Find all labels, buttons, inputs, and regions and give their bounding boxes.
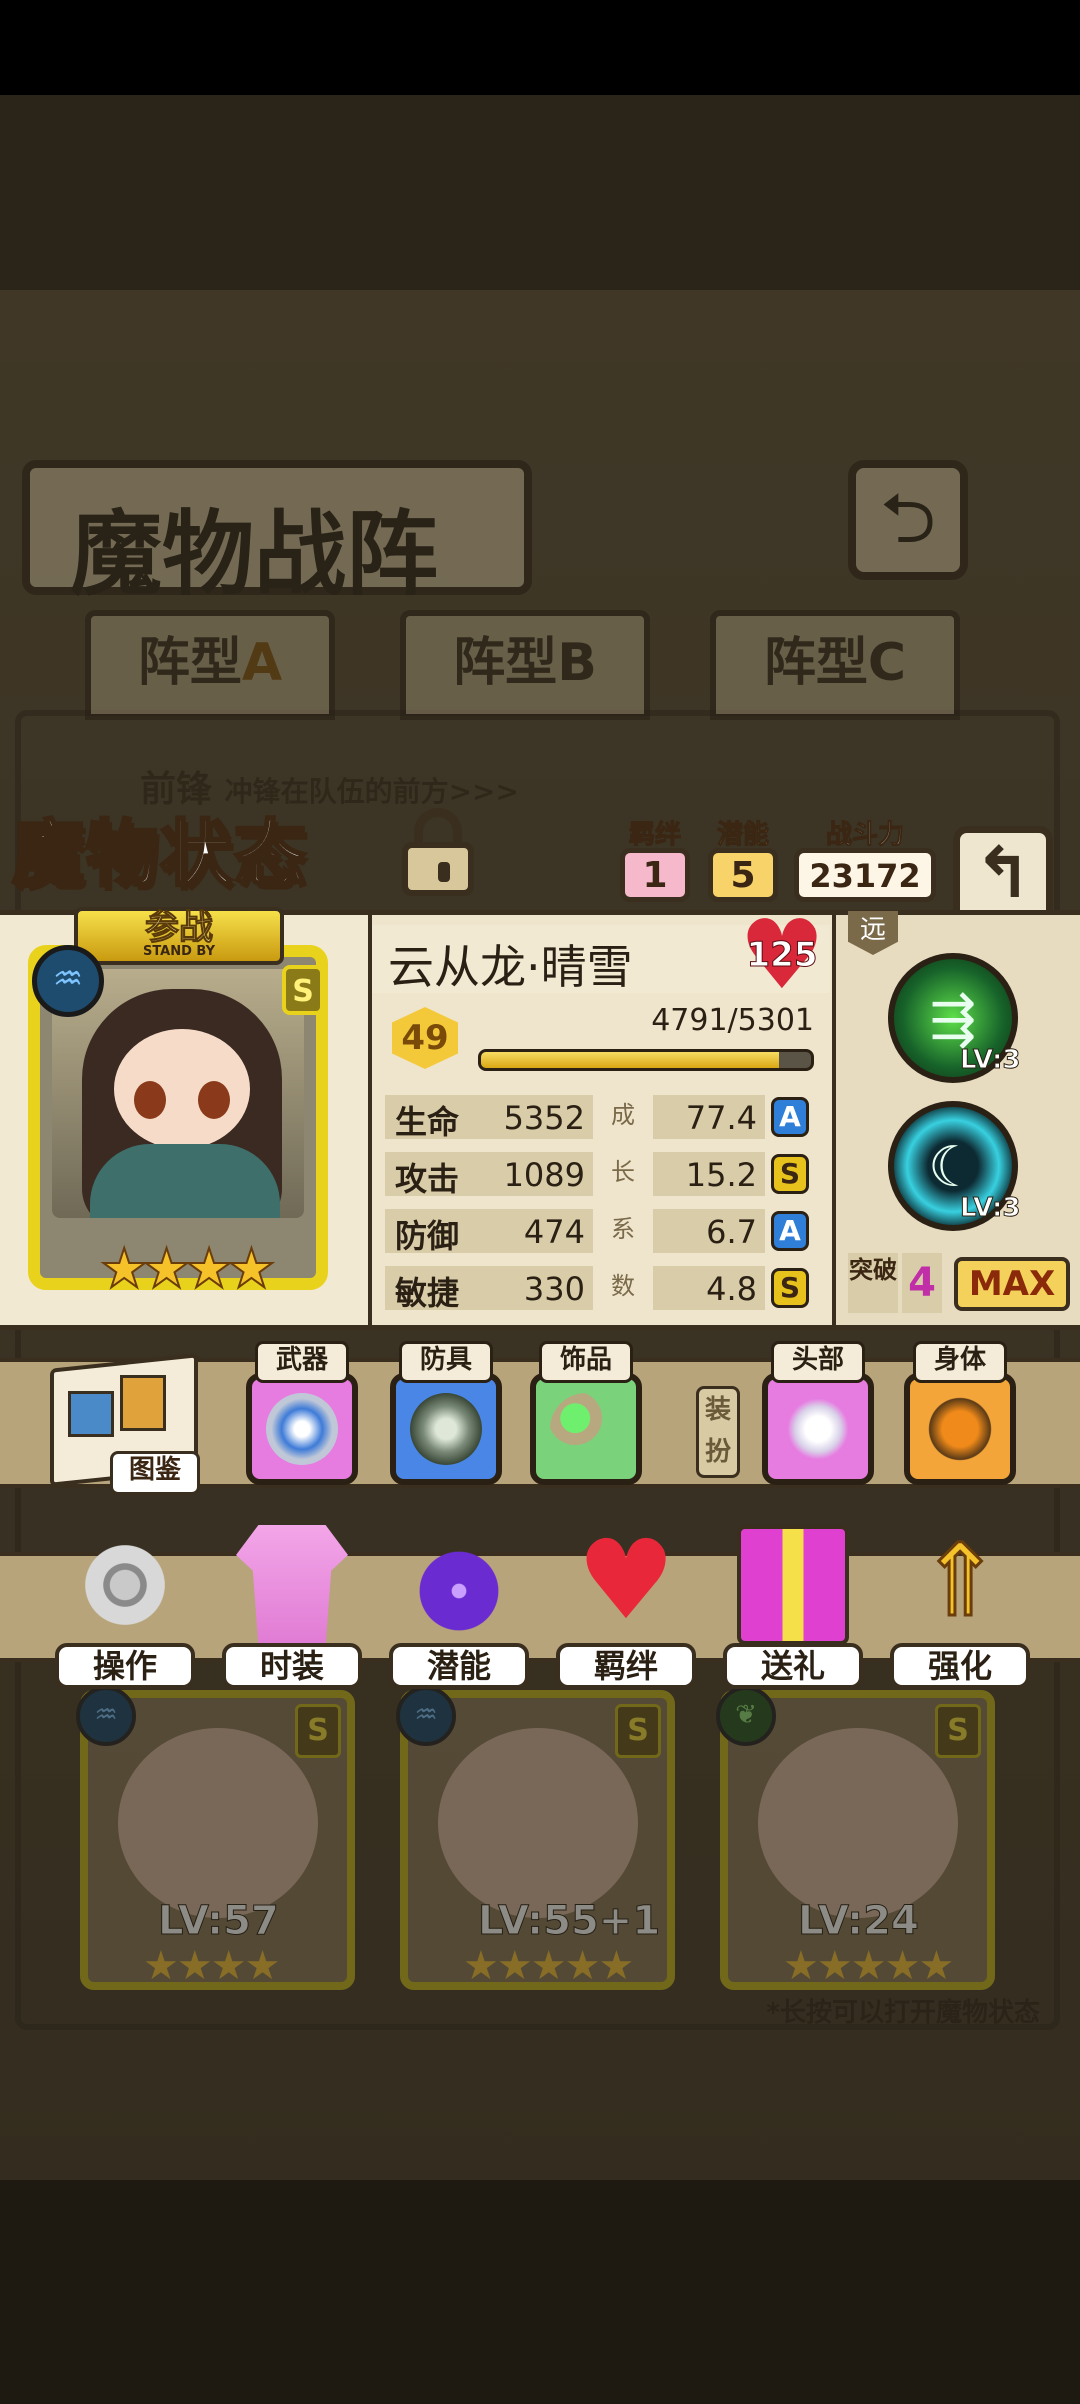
skill-level: LV:3 [959, 1193, 1021, 1224]
body-slot[interactable]: 身体 [904, 1341, 1016, 1485]
growth-value: 77.4 [685, 1099, 757, 1137]
body-label: 身体 [913, 1341, 1007, 1383]
power-value: 23172 [794, 848, 936, 902]
growth-grade: S [771, 1268, 809, 1308]
growth-value: 15.2 [685, 1156, 757, 1194]
encyclopedia-label: 图鉴 [110, 1451, 200, 1495]
status-title: 魔物状态 [10, 810, 309, 898]
game-screen: 魔物战阵 ⮌ 阵型A 阵型B 阵型C 前锋 冲锋在队伍的前方>>> ♒ S LV… [0, 0, 1080, 2404]
stat-row-agility: 敏捷 330 数 4.8 S [385, 1266, 820, 1314]
potential-button[interactable]: 潜能 [389, 1525, 529, 1690]
action-label: 强化 [890, 1643, 1030, 1689]
gift-icon [737, 1525, 849, 1645]
breakthrough-label: 突破 [848, 1253, 898, 1313]
growth-grade: S [771, 1154, 809, 1194]
enhance-button[interactable]: ⇑ 强化 [890, 1522, 1030, 1690]
standby-label: 参战 [145, 908, 214, 948]
power-chip: 战斗力 23172 [794, 820, 936, 902]
stat-name: 敏捷 [395, 1274, 460, 1312]
skill-level: LV:3 [959, 1045, 1021, 1076]
growth-label-char: 长 [611, 1158, 635, 1186]
star-rating: ★★★★ [99, 1236, 277, 1301]
max-button[interactable]: MAX [954, 1257, 1070, 1311]
bond-chip: 羁绊 1 [620, 820, 690, 902]
hearts-icon: ♥ [576, 1516, 676, 1644]
weapon-label: 武器 [255, 1341, 349, 1383]
monster-name: 云从龙·晴雪 [388, 940, 633, 994]
scepter-icon [550, 1393, 622, 1465]
stat-value: 330 [523, 1270, 585, 1308]
level-row: 49 4791/5301 [392, 1003, 822, 1075]
dress-up-label: 装扮 [696, 1386, 740, 1478]
bond-button[interactable]: ♥ 羁绊 [556, 1525, 696, 1690]
growth-label-char: 系 [611, 1215, 635, 1243]
stat-name: 生命 [395, 1103, 460, 1141]
breakthrough-row: 突破 4 MAX [848, 1253, 1072, 1313]
shield-icon [410, 1393, 482, 1465]
heart-level-badge: ♥ 125 [738, 907, 826, 1003]
action-label: 羁绊 [556, 1643, 696, 1689]
back-arrow-icon: ↰ [973, 832, 1033, 914]
range-tag: 远 [848, 911, 898, 955]
growth-label-char: 成 [611, 1101, 635, 1129]
gear-icon [69, 1525, 181, 1645]
outfit-button[interactable]: 时装 [222, 1525, 362, 1690]
demon-icon [403, 1525, 515, 1645]
water-icon: ♒ [32, 945, 104, 1017]
tiara-icon [782, 1393, 854, 1465]
stat-row-attack: 攻击 1089 长 15.2 S [385, 1152, 820, 1200]
standby-label-en: STAND BY [142, 944, 216, 959]
accessory-slot[interactable]: 饰品 [530, 1341, 642, 1485]
potential-label: 潜能 [716, 820, 769, 851]
growth-label-char: 数 [611, 1272, 635, 1300]
staff-icon [266, 1393, 338, 1465]
accessory-label: 饰品 [539, 1341, 633, 1383]
potential-chip: 潜能 5 [708, 820, 778, 902]
action-label: 送礼 [723, 1643, 863, 1689]
skills-column: 远 ⇶ LV:3 ☾ LV:3 突破 4 MAX [832, 911, 1080, 1325]
triple-arrow-skill-icon[interactable]: ⇶ LV:3 [888, 953, 1021, 1083]
growth-grade: A [771, 1097, 809, 1137]
bond-label: 羁绊 [628, 820, 681, 851]
monster-status-panel: 参战 STAND BY ♒ S ★★★★ 云从龙·晴雪 ♥ 125 49 479… [0, 907, 1080, 1330]
action-label: 潜能 [389, 1643, 529, 1689]
level-badge: 49 [392, 1007, 458, 1069]
armor-label: 防具 [399, 1341, 493, 1383]
heart-level: 125 [746, 935, 818, 976]
gift-button[interactable]: 送礼 [723, 1525, 863, 1690]
xp-text: 4791/5301 [651, 1003, 814, 1038]
head-slot[interactable]: 头部 [762, 1341, 874, 1485]
pumpkin-icon [924, 1393, 996, 1465]
portrait-area: 参战 STAND BY ♒ S ★★★★ [0, 907, 372, 1325]
power-label: 战斗力 [825, 820, 904, 851]
potential-value: 5 [708, 848, 778, 902]
lock-icon[interactable] [398, 808, 478, 896]
standby-badge: 参战 STAND BY [74, 907, 284, 965]
stat-name: 攻击 [395, 1160, 460, 1198]
stat-value: 1089 [503, 1156, 585, 1194]
action-label: 时装 [222, 1643, 362, 1689]
bond-value: 1 [620, 848, 690, 902]
breakthrough-value: 4 [902, 1253, 942, 1313]
rank-badge: S [282, 965, 324, 1015]
xp-bar-fill [481, 1052, 780, 1068]
action-label: 操作 [55, 1643, 195, 1689]
encyclopedia-button[interactable]: 图鉴 [40, 1353, 200, 1495]
upgrade-arrows-icon: ⇑ [917, 1522, 1004, 1639]
head-label: 头部 [771, 1341, 865, 1383]
growth-value: 6.7 [706, 1213, 757, 1251]
stat-value: 474 [523, 1213, 585, 1251]
armor-slot[interactable]: 防具 [390, 1341, 502, 1485]
stat-row-hp: 生命 5352 成 77.4 A [385, 1095, 820, 1143]
stat-name: 防御 [395, 1217, 460, 1255]
stat-row-defense: 防御 474 系 6.7 A [385, 1209, 820, 1257]
growth-value: 4.8 [706, 1270, 757, 1308]
crescent-skill-icon[interactable]: ☾ LV:3 [888, 1101, 1021, 1231]
operate-button[interactable]: 操作 [55, 1525, 195, 1690]
growth-grade: A [771, 1211, 809, 1251]
weapon-slot[interactable]: 武器 [246, 1341, 358, 1485]
stat-value: 5352 [503, 1099, 585, 1137]
xp-bar [478, 1049, 814, 1071]
outfit-icon [236, 1525, 348, 1645]
